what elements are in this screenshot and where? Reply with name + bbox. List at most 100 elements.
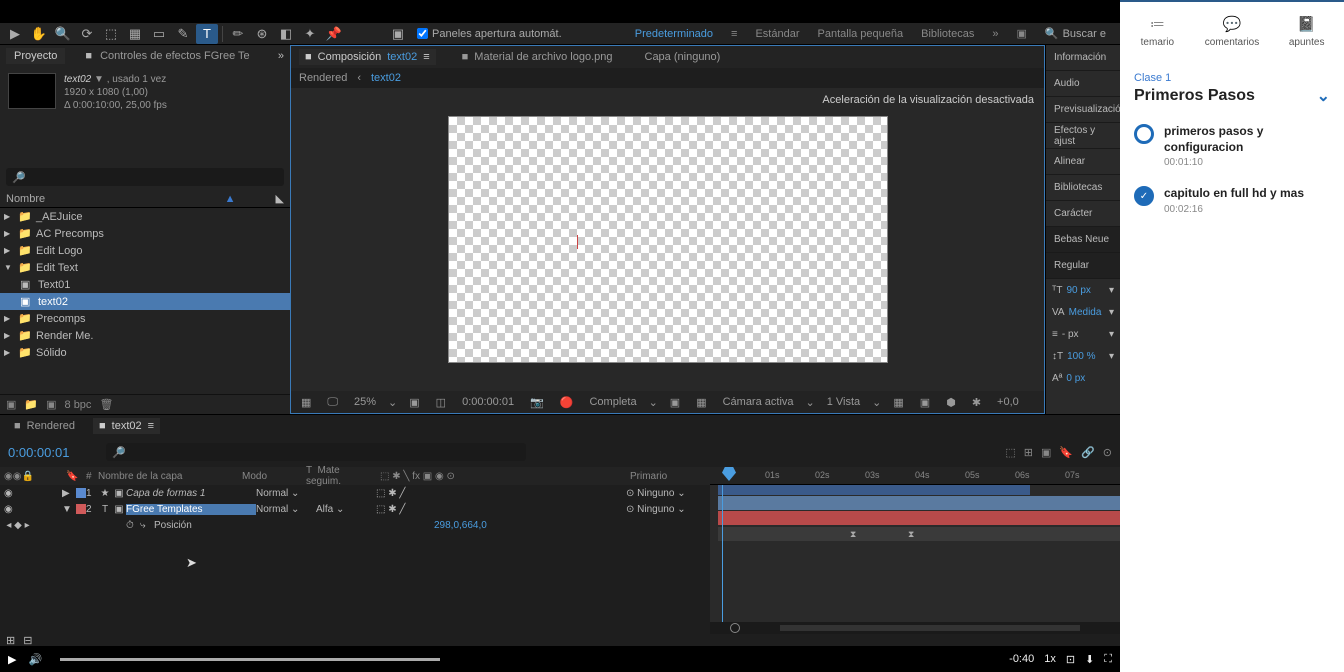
- puppet-tool-icon[interactable]: 📌: [323, 24, 345, 44]
- eraser-tool-icon[interactable]: ◧: [275, 24, 297, 44]
- panel-character[interactable]: Carácter: [1046, 201, 1120, 227]
- exposure-reset-icon[interactable]: ✱: [968, 396, 985, 409]
- work-area[interactable]: [718, 485, 1030, 495]
- keyframe-1[interactable]: ⧗: [850, 529, 856, 540]
- panel-effects[interactable]: Efectos y ajust: [1046, 123, 1120, 149]
- timeline-tab-text02[interactable]: ■text02≡: [93, 418, 160, 434]
- brush-tool-icon[interactable]: ✏: [227, 24, 249, 44]
- tl-shy-icon[interactable]: ⬚: [1005, 446, 1015, 459]
- zoom-level[interactable]: 25%: [350, 396, 380, 408]
- font-dropdown[interactable]: Bebas Neue: [1046, 227, 1120, 253]
- kerning[interactable]: Medida: [1069, 307, 1102, 318]
- panel-audio[interactable]: Audio: [1046, 71, 1120, 97]
- new-comp-icon[interactable]: ▣: [46, 398, 56, 411]
- chevron-down-icon[interactable]: ⌄: [1317, 86, 1330, 106]
- folder-render-me[interactable]: ▶📁Render Me.: [0, 327, 290, 344]
- keyframe-2[interactable]: ⧗: [908, 529, 914, 540]
- bpc-indicator[interactable]: 8 bpc: [65, 399, 92, 411]
- lp-tab-temario[interactable]: ≔ temario: [1120, 2, 1195, 60]
- orbit-tool-icon[interactable]: ⟳: [76, 24, 98, 44]
- progress-bar[interactable]: [60, 658, 440, 661]
- toggle-modes-icon[interactable]: ⊟: [23, 634, 32, 647]
- font-weight-dropdown[interactable]: Regular: [1046, 253, 1120, 279]
- timeline-timecode[interactable]: 0:00:00:01: [0, 445, 100, 460]
- new-folder-icon[interactable]: 📁: [24, 398, 38, 411]
- comp-text01[interactable]: ▣Text01: [0, 276, 290, 293]
- workspace-standard[interactable]: Estándar: [755, 28, 799, 40]
- selection-tool-icon[interactable]: ▶: [4, 24, 26, 44]
- footage-tab[interactable]: ■Material de archivo logo.png: [456, 49, 619, 65]
- roi-icon[interactable]: ▣: [666, 396, 684, 409]
- toggle-switches-icon[interactable]: ⊞: [6, 634, 15, 647]
- guides-icon[interactable]: ▦: [889, 396, 907, 409]
- tl-graph-icon[interactable]: ⊞: [1024, 446, 1033, 459]
- resolution-icon[interactable]: ▣: [405, 396, 423, 409]
- camera-tool-icon[interactable]: ⬚: [100, 24, 122, 44]
- speed-button[interactable]: 1x: [1044, 653, 1056, 665]
- snapshot-icon[interactable]: 📷: [526, 396, 548, 409]
- layer-tab[interactable]: Capa (ninguno): [639, 49, 727, 65]
- type-tool-icon[interactable]: T: [196, 24, 218, 44]
- breadcrumb-current[interactable]: text02: [371, 72, 401, 84]
- snap-icon[interactable]: ▣: [387, 24, 409, 44]
- exposure-value[interactable]: +0,0: [993, 396, 1023, 408]
- transparency-icon[interactable]: ▦: [692, 396, 710, 409]
- font-size[interactable]: 90 px: [1066, 285, 1090, 296]
- baseline[interactable]: 0 px: [1066, 373, 1085, 384]
- timeline-search[interactable]: 🔎: [106, 443, 526, 461]
- col-name[interactable]: Nombre: [6, 193, 225, 205]
- roto-tool-icon[interactable]: ✦: [299, 24, 321, 44]
- folder-precomps[interactable]: ▶📁Precomps: [0, 310, 290, 327]
- fullscreen-icon[interactable]: ⛶: [1104, 653, 1112, 666]
- panel-align[interactable]: Alinear: [1046, 149, 1120, 175]
- trash-icon[interactable]: 🗑: [99, 398, 113, 411]
- clone-tool-icon[interactable]: ⊛: [251, 24, 273, 44]
- tl-attach-icon[interactable]: 🔗: [1081, 446, 1095, 459]
- lp-tab-comentarios[interactable]: 💬 comentarios: [1195, 2, 1270, 60]
- sort-arrow-icon[interactable]: ▲: [225, 193, 236, 205]
- timeline-ruler[interactable]: 01s 02s 03s 04s 05s 06s 07s: [710, 467, 1120, 485]
- playhead[interactable]: [722, 467, 736, 481]
- project-tab[interactable]: Proyecto: [6, 48, 65, 64]
- comp-text02[interactable]: ▣text02: [0, 293, 290, 310]
- timeline-tab-rendered[interactable]: ■Rendered: [8, 418, 81, 434]
- panel-preview[interactable]: Previsualizació: [1046, 97, 1120, 123]
- grid-icon[interactable]: ▦: [297, 396, 315, 409]
- lp-section-title[interactable]: Primeros Pasos ⌄: [1134, 86, 1330, 106]
- lp-tab-apuntes[interactable]: 📓 apuntes: [1269, 2, 1344, 60]
- composition-canvas[interactable]: [448, 116, 888, 363]
- tl-snap-icon[interactable]: ▣: [1041, 446, 1051, 459]
- workspace-libraries[interactable]: Bibliotecas: [921, 28, 974, 40]
- folder-edit-text[interactable]: ▼📁Edit Text: [0, 259, 290, 276]
- layer-row-1[interactable]: ◉ ▶ 1 ★ ▣ Capa de formas 1 Normal ⌄ ⬚ ✱ …: [0, 485, 710, 501]
- download-icon[interactable]: ⬇: [1085, 653, 1094, 666]
- effect-controls-tab[interactable]: Controles de efectos FGree Te: [92, 48, 258, 64]
- 3d-icon[interactable]: ⬢: [942, 396, 960, 409]
- pan-behind-tool-icon[interactable]: ▦: [124, 24, 146, 44]
- workspace-default[interactable]: Predeterminado: [635, 28, 713, 40]
- play-button[interactable]: ▶: [8, 653, 16, 666]
- ruler-icon[interactable]: ▣: [916, 396, 934, 409]
- views-dropdown[interactable]: 1 Vista: [823, 396, 864, 408]
- tl-render-icon[interactable]: ⊙: [1103, 446, 1112, 459]
- panel-libraries[interactable]: Bibliotecas: [1046, 175, 1120, 201]
- folder-solid[interactable]: ▶📁Sólido: [0, 344, 290, 361]
- folder-edit-logo[interactable]: ▶📁Edit Logo: [0, 242, 290, 259]
- mask-icon[interactable]: ◫: [432, 396, 450, 409]
- display-icon[interactable]: 🖵: [323, 396, 342, 409]
- home-icon[interactable]: ▣: [1016, 27, 1026, 40]
- breadcrumb-rendered[interactable]: Rendered: [299, 72, 347, 84]
- breadcrumb-back-icon[interactable]: ‹: [357, 72, 361, 84]
- lp-lesson-1[interactable]: primeros pasos y configuracion 00:01:10: [1134, 124, 1330, 168]
- channels-icon[interactable]: 🔴: [556, 396, 578, 409]
- more-panels-icon[interactable]: »: [278, 50, 284, 62]
- workspace-menu-icon[interactable]: ≡: [731, 28, 737, 40]
- leading[interactable]: - px: [1062, 329, 1079, 340]
- auto-open-checkbox[interactable]: Paneles apertura automát.: [417, 28, 562, 40]
- folder-ac-precomps[interactable]: ▶📁AC Precomps: [0, 225, 290, 242]
- volume-icon[interactable]: 🔊: [28, 653, 42, 666]
- lp-lesson-2[interactable]: ✓ capitulo en full hd y mas 00:02:16: [1134, 186, 1330, 215]
- help-search[interactable]: 🔍 Buscar e: [1045, 27, 1106, 40]
- camera-dropdown[interactable]: Cámara activa: [719, 396, 798, 408]
- workspace-small[interactable]: Pantalla pequeña: [818, 28, 904, 40]
